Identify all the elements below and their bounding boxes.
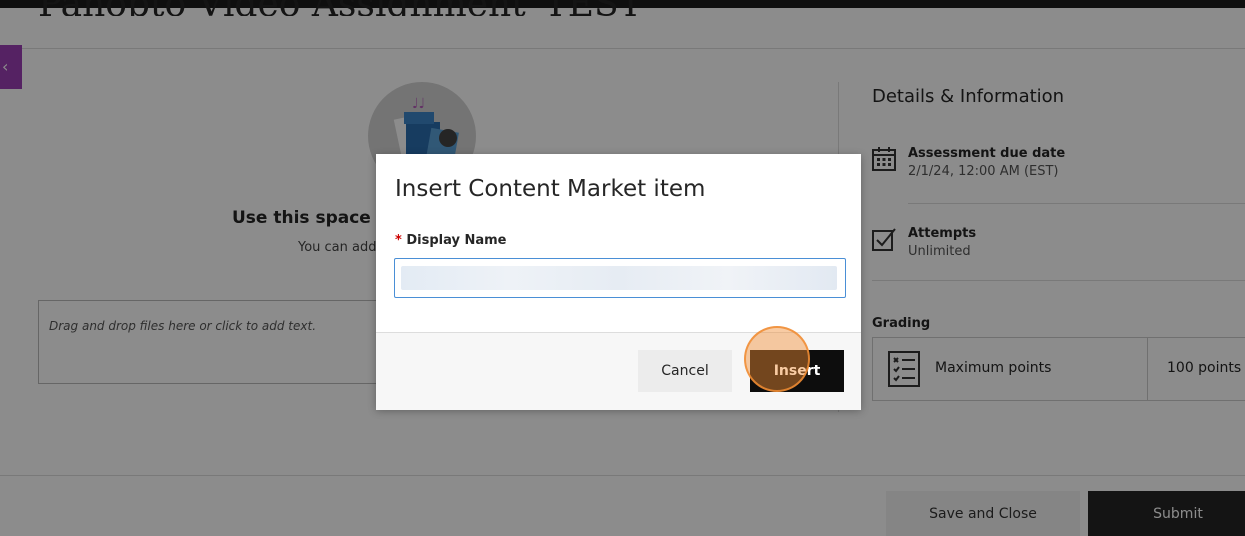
dialog-title: Insert Content Market item	[395, 176, 706, 202]
display-name-label: * Display Name	[395, 233, 506, 248]
click-indicator	[744, 326, 810, 392]
required-marker: *	[395, 233, 402, 248]
cancel-button[interactable]: Cancel	[638, 350, 732, 392]
redacted-input-content	[401, 266, 837, 290]
display-name-label-text: Display Name	[406, 233, 507, 248]
